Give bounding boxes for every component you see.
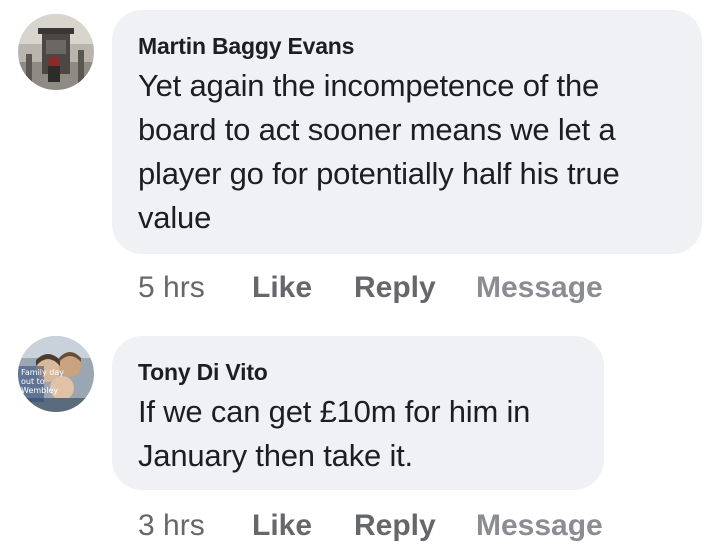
comment-2: Family day out to Wembley Tony Di Vito I… [0, 320, 720, 556]
like-button[interactable]: Like [252, 508, 312, 544]
avatar[interactable]: Family day out to Wembley [18, 336, 94, 412]
comment-time[interactable]: 3 hrs [138, 508, 205, 544]
avatar[interactable] [18, 14, 94, 90]
comment-author[interactable]: Tony Di Vito [138, 358, 576, 386]
comment-actions: 3 hrs Like Reply Message [138, 508, 658, 548]
message-button[interactable]: Message [476, 270, 603, 306]
comment-text: Yet again the incompetence of the board … [138, 68, 620, 235]
comment-actions: 5 hrs Like Reply Message [138, 270, 658, 310]
comment-1: Martin Baggy Evans Yet again the incompe… [0, 0, 720, 320]
comment-time[interactable]: 5 hrs [138, 270, 205, 306]
avatar-overlay-text: Family day out to Wembley [21, 368, 64, 395]
comment-author[interactable]: Martin Baggy Evans [138, 32, 674, 60]
comment-bubble: Martin Baggy Evans Yet again the incompe… [112, 10, 702, 254]
comment-text: If we can get £10m for him in January th… [138, 394, 531, 473]
like-button[interactable]: Like [252, 270, 312, 306]
profile-photo-icon [18, 14, 94, 90]
comment-bubble: Tony Di Vito If we can get £10m for him … [112, 336, 604, 490]
message-button[interactable]: Message [476, 508, 603, 544]
reply-button[interactable]: Reply [354, 270, 436, 306]
reply-button[interactable]: Reply [354, 508, 436, 544]
